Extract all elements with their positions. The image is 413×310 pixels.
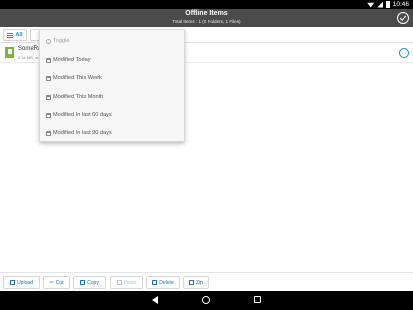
cut-label: Cut <box>55 279 64 286</box>
wifi-icon <box>367 2 375 8</box>
status-time: 10:46 <box>392 1 409 8</box>
menu-item-label: Modified In last 60 days <box>53 112 112 118</box>
zip-icon <box>189 280 195 285</box>
upload-label: Upload <box>17 279 33 286</box>
home-icon[interactable] <box>202 296 210 304</box>
menu-item-label: Toggle <box>53 38 70 44</box>
calendar-icon <box>46 94 51 100</box>
menu-item-modified-last-60-days[interactable]: Modified In last 60 days <box>40 106 186 124</box>
calendar-icon <box>46 57 51 63</box>
calendar-icon <box>46 130 51 136</box>
copy-button[interactable]: Copy <box>73 276 106 289</box>
paste-label: Paste <box>123 279 137 286</box>
copy-icon <box>80 280 86 285</box>
navigation-bar <box>0 291 413 310</box>
check-icon <box>399 15 407 22</box>
upload-button[interactable]: Upload <box>3 276 40 289</box>
menu-item-label: Modified Today <box>53 57 91 63</box>
copy-label: Copy <box>87 279 99 286</box>
zip-label: Zip <box>196 279 203 286</box>
menu-item-label: Modified In last 90 days <box>53 130 112 136</box>
battery-icon <box>386 1 390 8</box>
page-title: Offline Items <box>185 10 228 17</box>
back-icon[interactable] <box>152 296 158 304</box>
paste-icon <box>116 280 122 285</box>
cut-button[interactable]: ✂ Cut <box>43 276 70 289</box>
circle-icon <box>46 38 51 44</box>
file-name: SomeRa <box>18 46 42 52</box>
scissors-icon: ✂ <box>49 279 54 286</box>
zip-button[interactable]: Zip <box>183 276 209 289</box>
upload-icon <box>10 280 16 285</box>
menu-item-label: Modified This Month <box>53 94 104 100</box>
delete-label: Delete <box>159 279 174 286</box>
calendar-icon <box>46 75 51 81</box>
file-select-radio[interactable] <box>399 48 409 58</box>
recent-apps-icon[interactable] <box>254 296 261 303</box>
file-icon <box>5 47 14 58</box>
status-icons: 10:46 <box>367 0 409 9</box>
paste-button[interactable]: Paste <box>110 276 143 289</box>
delete-button[interactable]: Delete <box>146 276 180 289</box>
menu-item-modified-this-week[interactable]: Modified This Week <box>40 69 186 87</box>
trash-icon <box>152 280 158 285</box>
status-bar: 10:46 <box>0 0 413 9</box>
menu-item-toggle[interactable]: Toggle <box>40 32 186 50</box>
signal-icon <box>377 1 384 8</box>
page-subtitle: Total Items : 1 (0 Folders, 1 Files) <box>172 19 241 24</box>
filter-all-label: All <box>15 32 23 38</box>
app-screen: 10:46 Offline Items Total Items : 1 (0 F… <box>0 0 413 310</box>
filter-all-button[interactable]: All <box>3 29 27 41</box>
date-filter-dropdown: Toggle Modified Today Modified This Week… <box>39 29 185 142</box>
file-meta: 0.54 MB, m <box>18 55 39 60</box>
action-toolbar: Upload ✂ Cut Copy Paste Delete Zip <box>0 272 413 291</box>
menu-item-modified-last-90-days[interactable]: Modified In last 90 days <box>40 124 186 142</box>
list-icon <box>7 32 14 38</box>
menu-item-modified-this-month[interactable]: Modified This Month <box>40 88 186 106</box>
menu-item-modified-today[interactable]: Modified Today <box>40 51 186 69</box>
calendar-icon <box>46 112 51 118</box>
check-circle-icon[interactable] <box>397 12 409 24</box>
menu-item-label: Modified This Week <box>53 75 102 81</box>
app-header: Offline Items Total Items : 1 (0 Folders… <box>0 9 413 27</box>
